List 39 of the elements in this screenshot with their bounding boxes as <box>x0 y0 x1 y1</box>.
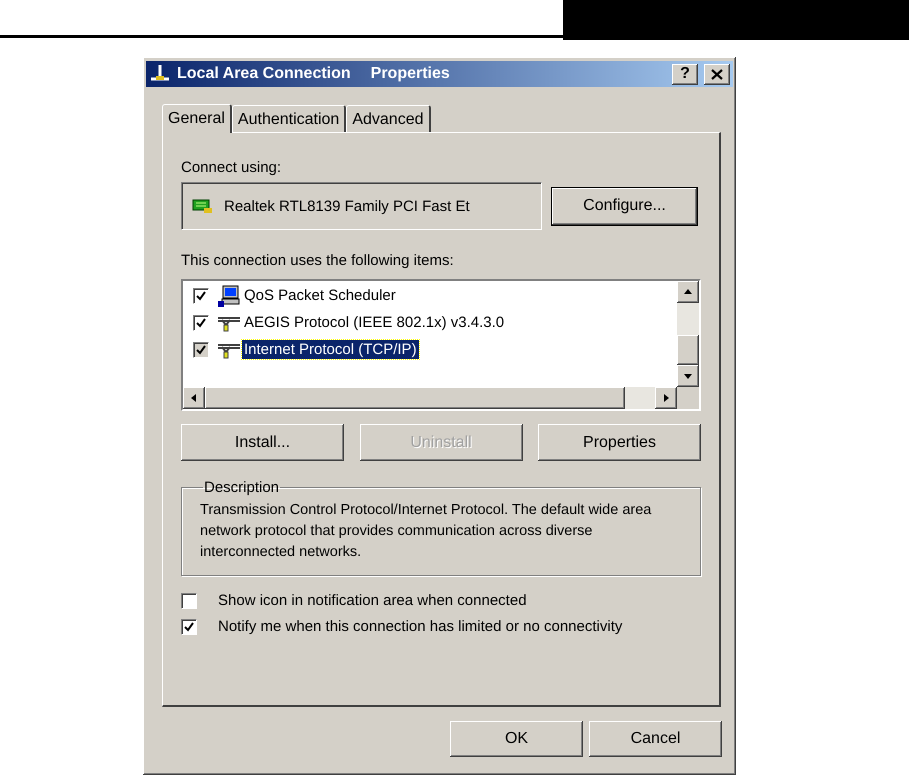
close-icon <box>711 68 723 80</box>
checkbox-label: Notify me when this connection has limited or no connectivity <box>218 618 622 635</box>
close-button[interactable] <box>704 64 730 84</box>
configure-button[interactable]: Configure... <box>552 188 697 224</box>
network-card-icon <box>192 198 214 214</box>
description-text: Transmission Control Protocol/Internet Protocol. The default wide area network protocol that provides communication across diverse interconnected networks. <box>200 501 652 562</box>
action-button[interactable]: Properties <box>538 424 701 461</box>
scroll-up-button[interactable] <box>677 281 699 303</box>
checkbox[interactable] <box>181 618 197 634</box>
tab[interactable]: General <box>162 104 232 133</box>
field-label: Connect using: <box>181 159 282 176</box>
window-title: Properties <box>370 65 450 83</box>
arrow-up-icon <box>683 287 693 297</box>
tab[interactable]: Advanced <box>346 105 430 132</box>
list-item[interactable]: Internet Protocol (TCP/IP) <box>242 340 419 359</box>
scroll-right-button[interactable] <box>655 387 677 409</box>
dialog-button[interactable]: OK <box>450 721 583 757</box>
checkbox[interactable] <box>193 342 209 358</box>
scrollbar-corner <box>677 387 699 409</box>
scroll-down-button[interactable] <box>677 365 699 387</box>
list-item[interactable]: AEGIS Protocol (IEEE 802.1x) v3.4.3.0 <box>242 313 506 332</box>
computer-icon <box>217 284 241 306</box>
group-title: Description <box>203 479 280 496</box>
dialog-button[interactable]: Cancel <box>589 721 722 757</box>
arrow-left-icon <box>189 393 199 403</box>
scroll-thumb[interactable] <box>677 335 699 365</box>
arrow-down-icon <box>683 371 693 381</box>
tab[interactable]: Authentication <box>232 105 346 132</box>
list-label: This connection uses the following items: <box>181 252 455 269</box>
vertical-scrollbar[interactable] <box>677 281 699 387</box>
list-item[interactable]: QoS Packet Scheduler <box>242 286 398 305</box>
arrow-right-icon <box>661 393 671 403</box>
help-button[interactable]: ? <box>672 64 698 84</box>
checkbox-label: Show icon in notification area when connected <box>218 592 527 609</box>
adapter-field: Realtek RTL8139 Family PCI Fast Et <box>181 182 542 230</box>
action-button[interactable]: Install... <box>181 424 344 461</box>
scroll-left-button[interactable] <box>183 387 205 409</box>
checkbox[interactable] <box>181 592 197 608</box>
window-title: Local Area Connection <box>177 65 351 83</box>
